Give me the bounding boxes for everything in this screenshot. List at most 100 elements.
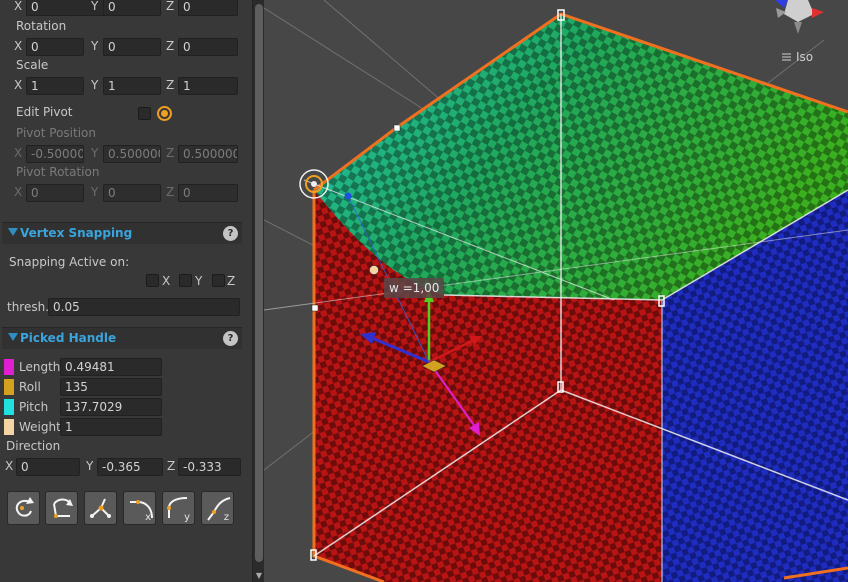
rotation-y-axis: Y [91,39,99,53]
pivot-rotation-z-field: 0 [178,184,238,202]
length-color-swatch [4,359,14,375]
snap-z-checkbox[interactable] [212,274,225,287]
roll-field[interactable]: 135 [60,378,162,396]
scale-z-axis: Z [166,78,175,92]
weight-label: Weight [19,420,61,434]
pivot-rotation-x-axis: X [14,185,23,199]
vertex-snapping-header[interactable]: Vertex Snapping ? [2,222,242,244]
pivot-rotation-label: Pivot Rotation [16,165,100,179]
pivot-position-row: X -0.50000 Y 0.500000 Z 0.500000 [0,144,252,164]
pivot-position-label: Pivot Position [16,126,96,140]
edit-pivot-label: Edit Pivot [16,105,73,119]
orientation-gizmo-icon[interactable] [775,0,824,34]
scale-x-axis: X [14,78,23,92]
scale-row: X 1 Y 1 Z 1 [0,76,252,96]
curve-y-tool-button[interactable]: y [162,491,195,525]
roll-label: Roll [19,380,41,394]
snap-x-checkbox[interactable] [146,274,159,287]
position-z-axis: Z [166,0,175,13]
pivot-position-z-axis: Z [166,146,175,160]
pitch-color-swatch [4,399,14,415]
position-y-axis: Y [91,0,99,13]
scene-canvas[interactable] [264,0,848,582]
curve-x-tool-button[interactable]: x [123,491,156,525]
pivot-position-x-axis: X [14,146,23,160]
direction-x-axis: X [5,459,14,473]
inspector-scrollbar[interactable]: ▼ [252,0,264,582]
rotation-x-field[interactable]: 0 [26,38,84,56]
rotation-row: X 0 Y 0 Z 0 [0,37,252,57]
position-y-field[interactable]: 0 [103,0,161,16]
rotation-z-field[interactable]: 0 [178,38,238,56]
foldout-arrow-icon [8,228,18,236]
rotate-left-tool-button[interactable] [7,491,40,525]
curve-z-tool-button[interactable]: z [201,491,234,525]
weight-handle-point[interactable] [369,265,379,275]
picked-handle-header[interactable]: Picked Handle ? [2,327,242,349]
weight-tooltip: w =1,00 [384,278,445,298]
foldout-arrow-icon [8,333,18,341]
scene-viewport[interactable]: Iso w =1,00 [264,0,848,582]
scale-x-field[interactable]: 1 [26,77,84,95]
edit-pivot-checkbox[interactable] [138,107,151,120]
pitch-field[interactable]: 137.7029 [60,398,162,416]
handles-icon [90,498,111,518]
pivot-rotation-row: X 0 Y 0 Z 0 [0,183,252,203]
pivot-rotation-y-field: 0 [103,184,161,202]
direction-label: Direction [6,439,61,453]
rotate-right-icon [53,498,73,518]
scale-label: Scale [16,58,49,72]
pivot-position-x-field: -0.50000 [26,145,84,163]
snapping-active-label: Snapping Active on: [9,255,130,269]
scale-y-axis: Y [91,78,99,92]
pitch-label: Pitch [19,400,49,414]
snap-y-label: Y [195,274,203,288]
reset-handles-tool-button[interactable] [84,491,117,525]
direction-y-field[interactable]: -0.365 [97,458,163,476]
curve-y-label: y [184,512,190,523]
pivot-rotation-x-field: 0 [26,184,84,202]
thresh-field[interactable]: 0.05 [48,298,240,316]
direction-x-field[interactable]: 0 [16,458,80,476]
rotation-label: Rotation [16,19,67,33]
snap-y-checkbox[interactable] [179,274,192,287]
pivot-position-y-field: 0.500000 [103,145,161,163]
pivot-rotation-y-axis: Y [91,185,99,199]
inspector-panel: X 0 Y 0 Z 0 Rotation X 0 Y 0 Z 0 Scale X… [0,0,252,582]
rotate-left-icon [15,497,34,517]
pivot-position-y-axis: Y [91,146,99,160]
thresh-label: thresh. [7,300,50,314]
rotation-y-field[interactable]: 0 [103,38,161,56]
direction-z-field[interactable]: -0.333 [178,458,241,476]
iso-menu-icon[interactable] [782,53,791,61]
roll-color-swatch [4,379,14,395]
rotate-right-tool-button[interactable] [45,491,78,525]
scale-z-field[interactable]: 1 [178,77,238,95]
scrollbar-thumb[interactable] [255,4,263,562]
rotation-z-axis: Z [166,39,175,53]
snap-x-label: X [162,274,171,288]
help-icon[interactable]: ? [223,226,238,241]
direction-y-axis: Y [86,459,94,473]
length-label: Length [19,360,61,374]
length-field[interactable]: 0.49481 [60,358,162,376]
scroll-down-arrow-icon[interactable]: ▼ [254,570,264,582]
snap-z-label: Z [227,274,236,288]
help-icon[interactable]: ? [223,331,238,346]
pivot-rotation-z-axis: Z [166,185,175,199]
pivot-target-icon[interactable] [157,106,172,121]
iso-label[interactable]: Iso [796,50,813,64]
position-x-axis: X [14,0,23,13]
curve-z-label: z [223,512,229,523]
position-z-field[interactable]: 0 [178,0,238,16]
curve-x-label: x [145,512,151,523]
direction-row: X 0 Y -0.365 Z -0.333 [0,457,252,477]
pivot-position-z-field: 0.500000 [178,145,238,163]
weight-field[interactable]: 1 [60,418,162,436]
direction-z-axis: Z [167,459,176,473]
rotation-x-axis: X [14,39,23,53]
picked-handle-title: Picked Handle [20,331,117,345]
vertex-snapping-title: Vertex Snapping [20,226,133,240]
weight-color-swatch [4,419,14,435]
scale-y-field[interactable]: 1 [103,77,161,95]
